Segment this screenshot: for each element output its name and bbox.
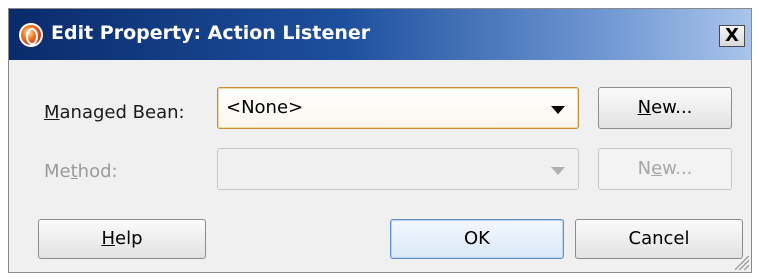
managed-bean-label-mnemonic: M (44, 102, 60, 123)
ok-button[interactable]: OK (390, 219, 564, 259)
help-button[interactable]: Help (38, 219, 206, 259)
dialog-title: Edit Property: Action Listener (51, 22, 371, 44)
managed-bean-select[interactable]: <None> (217, 87, 579, 129)
method-new-button-prefix: N (637, 158, 652, 179)
method-new-button-rest: w... (662, 158, 693, 179)
edit-property-dialog: Edit Property: Action Listener X Managed… (8, 8, 752, 273)
dropdown-arrow-icon[interactable] (551, 167, 565, 175)
method-label-mnemonic: t (70, 161, 78, 182)
method-label: Method: (44, 161, 118, 182)
managed-bean-label: Managed Bean: (44, 102, 185, 123)
new-button-mnemonic: N (637, 97, 652, 118)
new-button-label-rest: ew... (651, 97, 693, 118)
method-select[interactable] (217, 148, 579, 190)
cancel-button[interactable]: Cancel (575, 219, 743, 259)
managed-bean-label-rest: anaged Bean: (59, 102, 185, 123)
method-new-button[interactable]: New... (598, 148, 732, 190)
method-label-rest: hod: (77, 161, 118, 182)
managed-bean-new-button[interactable]: New... (598, 87, 732, 129)
managed-bean-value: <None> (226, 97, 304, 118)
method-new-button-mnemonic: e (651, 158, 663, 179)
help-button-mnemonic: H (101, 228, 116, 249)
dropdown-arrow-icon[interactable] (551, 106, 565, 114)
method-label-prefix: Me (44, 161, 71, 182)
title-bar[interactable]: Edit Property: Action Listener X (9, 9, 751, 60)
close-button[interactable]: X (719, 25, 745, 47)
app-icon (19, 23, 43, 47)
resize-grip-icon[interactable] (735, 256, 749, 270)
help-button-label-rest: elp (115, 228, 143, 249)
